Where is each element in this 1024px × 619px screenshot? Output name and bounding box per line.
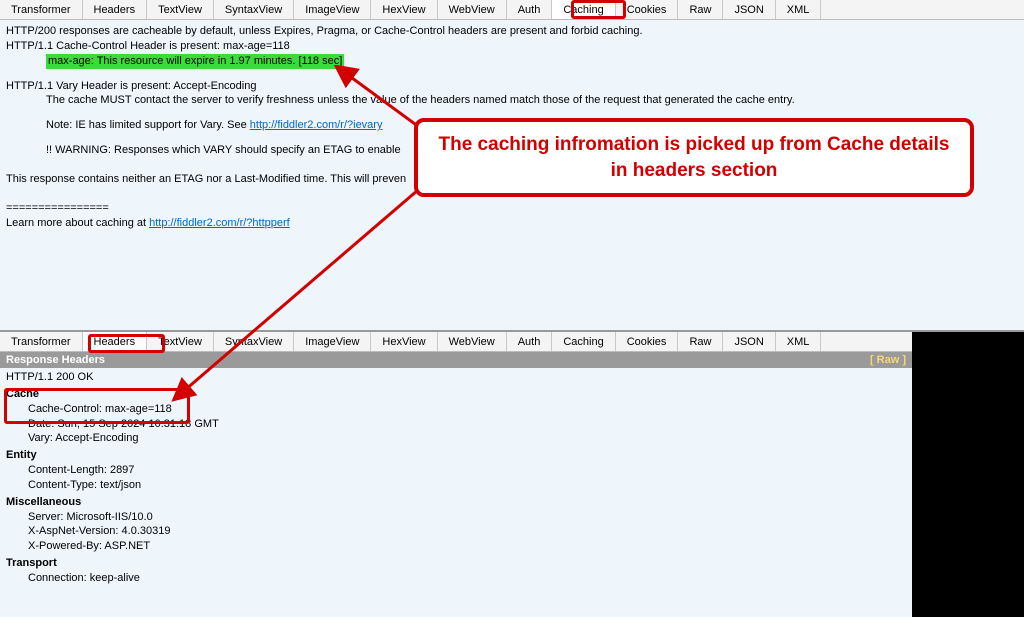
group-cache: Cache <box>6 387 906 402</box>
hdr-content-type: Content-Type: text/json <box>6 478 906 493</box>
tab-headers[interactable]: Headers <box>83 0 148 19</box>
tab-auth[interactable]: Auth <box>507 0 553 19</box>
caching-learn-more: Learn more about caching at http://fiddl… <box>6 216 1018 231</box>
tab-raw[interactable]: Raw <box>678 0 723 19</box>
caching-vary-detail: The cache MUST contact the server to ver… <box>6 93 1018 108</box>
annotation-callout: The caching infromation is picked up fro… <box>414 118 974 197</box>
hdr-content-length: Content-Length: 2897 <box>6 463 906 478</box>
group-entity: Entity <box>6 448 906 463</box>
tab-hexview[interactable]: HexView <box>371 0 437 19</box>
response-headers-body: HTTP/1.1 200 OK Cache Cache-Control: max… <box>0 368 912 592</box>
tab2-cookies[interactable]: Cookies <box>616 332 679 351</box>
tab2-headers[interactable]: Headers <box>83 332 148 351</box>
tab-xml[interactable]: XML <box>776 0 822 19</box>
tab2-syntaxview[interactable]: SyntaxView <box>214 332 294 351</box>
caching-vary-line: HTTP/1.1 Vary Header is present: Accept-… <box>6 79 1018 94</box>
hdr-vary: Vary: Accept-Encoding <box>6 431 906 446</box>
raw-link[interactable]: [ Raw ] <box>870 354 906 366</box>
hdr-date: Date: Sun, 15 Sep 2024 10:31:18 GMT <box>6 417 906 432</box>
group-misc: Miscellaneous <box>6 495 906 510</box>
tab-json[interactable]: JSON <box>723 0 775 19</box>
tab2-raw[interactable]: Raw <box>678 332 723 351</box>
link-httpperf[interactable]: http://fiddler2.com/r/?httpperf <box>149 217 290 229</box>
tab-textview[interactable]: TextView <box>147 0 214 19</box>
response-headers-title: Response Headers <box>6 354 105 366</box>
tab2-transformer[interactable]: Transformer <box>0 332 83 351</box>
tab2-hexview[interactable]: HexView <box>371 332 437 351</box>
tab2-imageview[interactable]: ImageView <box>294 332 371 351</box>
tab2-xml[interactable]: XML <box>776 332 822 351</box>
tab-caching[interactable]: Caching <box>552 0 615 19</box>
bottom-right-black <box>912 332 1024 617</box>
tab-webview[interactable]: WebView <box>438 0 507 19</box>
top-tab-bar: Transformer Headers TextView SyntaxView … <box>0 0 1024 20</box>
caching-line-cc-header: HTTP/1.1 Cache-Control Header is present… <box>6 39 1018 54</box>
hdr-server: Server: Microsoft-IIS/10.0 <box>6 510 906 525</box>
hdr-connection: Connection: keep-alive <box>6 571 906 586</box>
caching-green-highlight: max-age: This resource will expire in 1.… <box>46 54 344 69</box>
tab-imageview[interactable]: ImageView <box>294 0 371 19</box>
caching-divider: ================ <box>6 201 1018 216</box>
tab2-caching[interactable]: Caching <box>552 332 615 351</box>
tab2-textview[interactable]: TextView <box>147 332 214 351</box>
group-transport: Transport <box>6 556 906 571</box>
response-headers-bar: Response Headers [ Raw ] <box>0 352 912 368</box>
hdr-cache-control: Cache-Control: max-age=118 <box>6 402 906 417</box>
tab2-webview[interactable]: WebView <box>438 332 507 351</box>
caching-line-default: HTTP/200 responses are cacheable by defa… <box>6 24 1018 39</box>
bottom-split: Transformer Headers TextView SyntaxView … <box>0 332 1024 617</box>
tab-transformer[interactable]: Transformer <box>0 0 83 19</box>
link-ievary[interactable]: http://fiddler2.com/r/?ievary <box>250 119 383 131</box>
hdr-powered-by: X-Powered-By: ASP.NET <box>6 539 906 554</box>
tab2-auth[interactable]: Auth <box>507 332 553 351</box>
bottom-tab-bar: Transformer Headers TextView SyntaxView … <box>0 332 912 352</box>
bottom-left-pane: Transformer Headers TextView SyntaxView … <box>0 332 912 617</box>
status-line: HTTP/1.1 200 OK <box>6 370 906 385</box>
tab2-json[interactable]: JSON <box>723 332 775 351</box>
tab-cookies[interactable]: Cookies <box>616 0 679 19</box>
tab-syntaxview[interactable]: SyntaxView <box>214 0 294 19</box>
hdr-aspnet-version: X-AspNet-Version: 4.0.30319 <box>6 524 906 539</box>
